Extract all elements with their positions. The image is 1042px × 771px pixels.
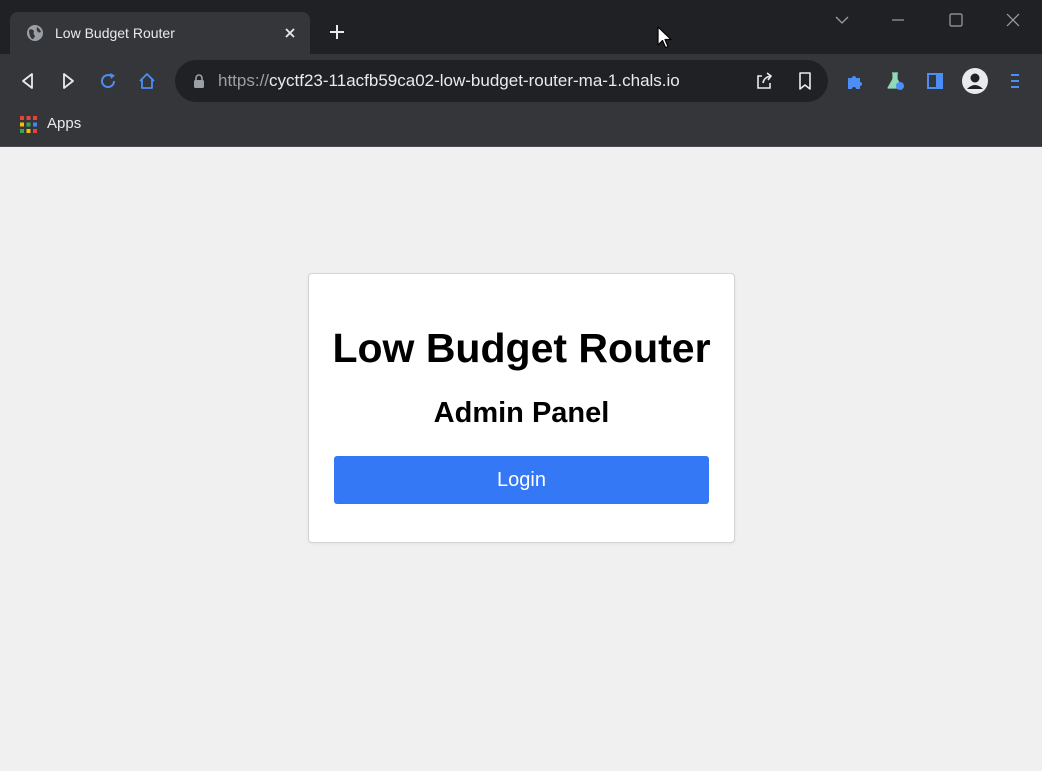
new-tab-button[interactable]: [326, 21, 348, 43]
close-icon[interactable]: [281, 24, 299, 42]
page-content: Low Budget Router Admin Panel Login: [0, 148, 1042, 771]
globe-icon: [26, 24, 44, 42]
mouse-cursor-icon: [657, 26, 673, 50]
tab-title: Low Budget Router: [55, 25, 175, 41]
bookmark-icon[interactable]: [794, 70, 816, 92]
browser-toolbar: https://cyctf23-11acfb59ca02-low-budget-…: [0, 54, 1042, 107]
page-title: Low Budget Router: [332, 325, 711, 371]
address-bar[interactable]: https://cyctf23-11acfb59ca02-low-budget-…: [175, 60, 828, 102]
page-subtitle: Admin Panel: [433, 397, 610, 429]
lock-icon[interactable]: [191, 73, 207, 89]
side-panel-icon[interactable]: [922, 68, 948, 94]
menu-icon[interactable]: [1002, 68, 1028, 94]
avatar-icon[interactable]: [962, 68, 988, 94]
home-icon[interactable]: [134, 68, 160, 94]
chevron-down-icon[interactable]: [832, 10, 852, 30]
minimize-icon[interactable]: [888, 10, 908, 30]
apps-grid-icon[interactable]: [20, 116, 37, 133]
puzzle-icon[interactable]: [842, 68, 868, 94]
url-host: cyctf23-11acfb59ca02-low-budget-router-m…: [269, 71, 680, 90]
forward-icon[interactable]: [55, 68, 81, 94]
flask-icon[interactable]: [882, 68, 908, 94]
url-text[interactable]: https://cyctf23-11acfb59ca02-low-budget-…: [218, 71, 680, 91]
reload-icon[interactable]: [95, 68, 121, 94]
back-icon[interactable]: [15, 68, 41, 94]
apps-link[interactable]: Apps: [47, 115, 81, 133]
browser-tab[interactable]: Low Budget Router: [10, 12, 310, 54]
login-card: Low Budget Router Admin Panel Login: [308, 273, 735, 543]
close-icon[interactable]: [1003, 10, 1023, 30]
browser-titlebar: Low Budget Router: [0, 0, 1042, 54]
bookmarks-bar: Apps: [0, 107, 1042, 147]
share-icon[interactable]: [753, 70, 775, 92]
maximize-icon[interactable]: [946, 10, 966, 30]
login-button[interactable]: Login: [334, 456, 709, 504]
url-scheme: https://: [218, 71, 270, 90]
